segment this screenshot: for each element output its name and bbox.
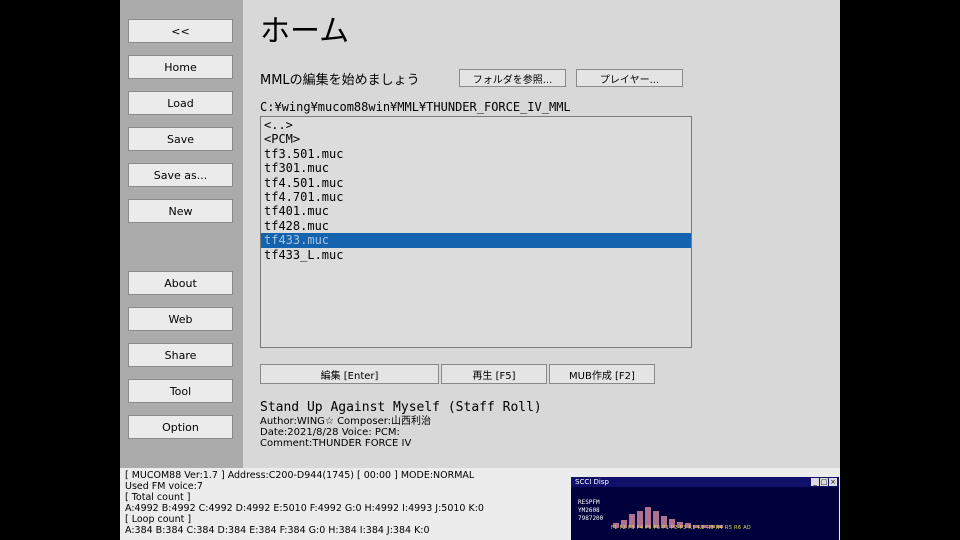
scci-titlebar[interactable]: SCCI Disp _ □ ×: [571, 477, 839, 487]
sidebar-item-home[interactable]: Home: [128, 55, 233, 79]
song-title: Stand Up Against Myself (Staff Roll): [260, 400, 542, 415]
scci-readout-line: YM2608: [578, 507, 600, 514]
edit-button[interactable]: 編集 [Enter]: [260, 364, 439, 384]
file-list-item[interactable]: tf4.701.muc: [261, 190, 691, 204]
file-list-item[interactable]: tf4.501.muc: [261, 176, 691, 190]
status-total-counts: A:4992 B:4992 C:4992 D:4992 E:5010 F:499…: [125, 503, 484, 514]
main-panel: ホーム MMLの編集を始めましょう フォルダを参照... プレイヤー... C:…: [243, 0, 840, 468]
file-list-item[interactable]: <..>: [261, 118, 691, 132]
song-comment: Comment:THUNDER FORCE IV: [260, 438, 412, 449]
collapse-sidebar-button[interactable]: <<: [128, 19, 233, 43]
scci-readout-line: RESPFM: [578, 499, 600, 506]
browse-folder-button[interactable]: フォルダを参照...: [459, 69, 566, 87]
status-fm-voice: Used FM voice:7: [125, 481, 203, 492]
file-list-item[interactable]: tf401.muc: [261, 204, 691, 218]
song-date-voice: Date:2021/8/28 Voice: PCM:: [260, 427, 400, 438]
file-list-item[interactable]: tf3.501.muc: [261, 147, 691, 161]
song-author: Author:WING☆ Composer:山西利治: [260, 416, 432, 427]
current-path: C:¥wing¥mucom88win¥MML¥THUNDER_FORCE_IV_…: [260, 100, 571, 114]
sidebar-item-share[interactable]: Share: [128, 343, 233, 367]
sidebar-item-web[interactable]: Web: [128, 307, 233, 331]
file-list-item[interactable]: tf433.muc: [261, 233, 691, 248]
sidebar-item-save[interactable]: Save: [128, 127, 233, 151]
scci-channel-labels: F1 F2 F3 F4 F5 F6 P1 P2 P3 R1 R2 R3 R4 R…: [611, 525, 752, 531]
file-list-item[interactable]: tf433_L.muc: [261, 248, 691, 262]
scci-display-window: SCCI Disp _ □ × RESPFM YM2608 7987200 F1…: [571, 477, 839, 540]
sidebar-item-tool[interactable]: Tool: [128, 379, 233, 403]
page-title: ホーム: [260, 14, 350, 49]
scci-title: SCCI Disp: [575, 478, 609, 486]
mucom88-window: << Home Load Save Save as... New About W…: [120, 0, 840, 540]
status-version-address: [ MUCOM88 Ver:1.7 ] Address:C200-D944(17…: [125, 470, 475, 481]
mub-build-button[interactable]: MUB作成 [F2]: [549, 364, 655, 384]
file-list[interactable]: <..> <PCM> tf3.501.muc tf301.muc tf4.501.muc…: [260, 116, 692, 348]
file-list-item[interactable]: tf301.muc: [261, 161, 691, 175]
player-button[interactable]: プレイヤー...: [576, 69, 683, 87]
file-list-item[interactable]: tf428.muc: [261, 219, 691, 233]
sidebar-item-option[interactable]: Option: [128, 415, 233, 439]
sidebar: << Home Load Save Save as... New About W…: [120, 0, 243, 468]
page-subtitle: MMLの編集を始めましょう: [260, 73, 420, 88]
sidebar-item-about[interactable]: About: [128, 271, 233, 295]
scci-readout-line: 7987200: [578, 515, 604, 522]
play-button[interactable]: 再生 [F5]: [441, 364, 547, 384]
minimize-icon[interactable]: _: [811, 478, 819, 486]
scci-chip-readout: RESPFM YM2608 7987200: [578, 499, 603, 523]
maximize-icon[interactable]: □: [820, 478, 828, 486]
sidebar-item-save-as[interactable]: Save as...: [128, 163, 233, 187]
status-loop-counts: A:384 B:384 C:384 D:384 E:384 F:384 G:0 …: [125, 525, 430, 536]
close-icon[interactable]: ×: [829, 478, 837, 486]
file-list-item[interactable]: <PCM>: [261, 132, 691, 146]
sidebar-item-load[interactable]: Load: [128, 91, 233, 115]
status-loop-header: [ Loop count ]: [125, 514, 192, 525]
status-total-header: [ Total count ]: [125, 492, 191, 503]
sidebar-item-new[interactable]: New: [128, 199, 233, 223]
